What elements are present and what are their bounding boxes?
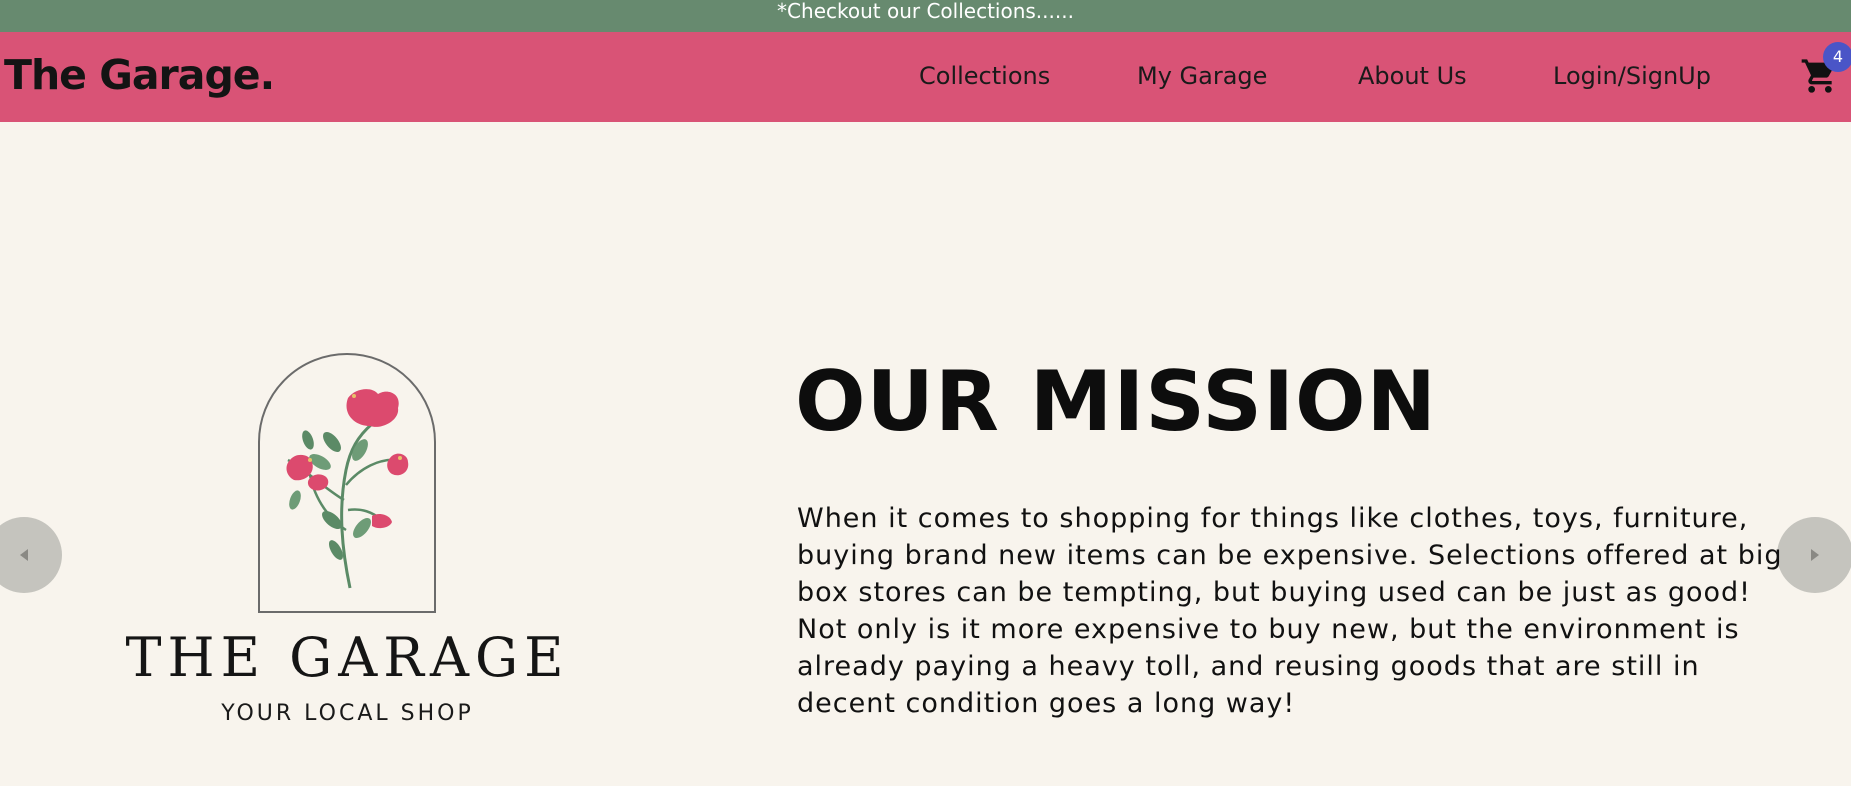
mission-body: When it comes to shopping for things lik… — [797, 503, 1783, 719]
announcement-text: *Checkout our Collections...... — [777, 0, 1074, 23]
logo-title: THE GARAGE — [125, 626, 570, 689]
navbar: The Garage. Collections My Garage About … — [0, 32, 1851, 122]
flower-arch-icon — [258, 353, 436, 613]
nav-login-signup[interactable]: Login/SignUp — [1553, 60, 1711, 92]
announcement-bar: *Checkout our Collections...... — [0, 0, 1851, 32]
nav-about-us[interactable]: About Us — [1358, 60, 1467, 92]
carousel-next-button[interactable] — [1777, 517, 1851, 593]
nav-my-garage[interactable]: My Garage — [1137, 60, 1267, 92]
chevron-right-icon — [1811, 549, 1819, 561]
nav-collections[interactable]: Collections — [919, 60, 1050, 92]
carousel-prev-button[interactable] — [0, 517, 62, 593]
chevron-left-icon — [20, 549, 28, 561]
brand-logo[interactable]: The Garage. — [4, 50, 275, 100]
mission-heading: OUR MISSION — [795, 353, 1437, 450]
logo-subtitle: YOUR LOCAL SHOP — [221, 701, 474, 726]
cart-count-badge: 4 — [1823, 42, 1851, 72]
